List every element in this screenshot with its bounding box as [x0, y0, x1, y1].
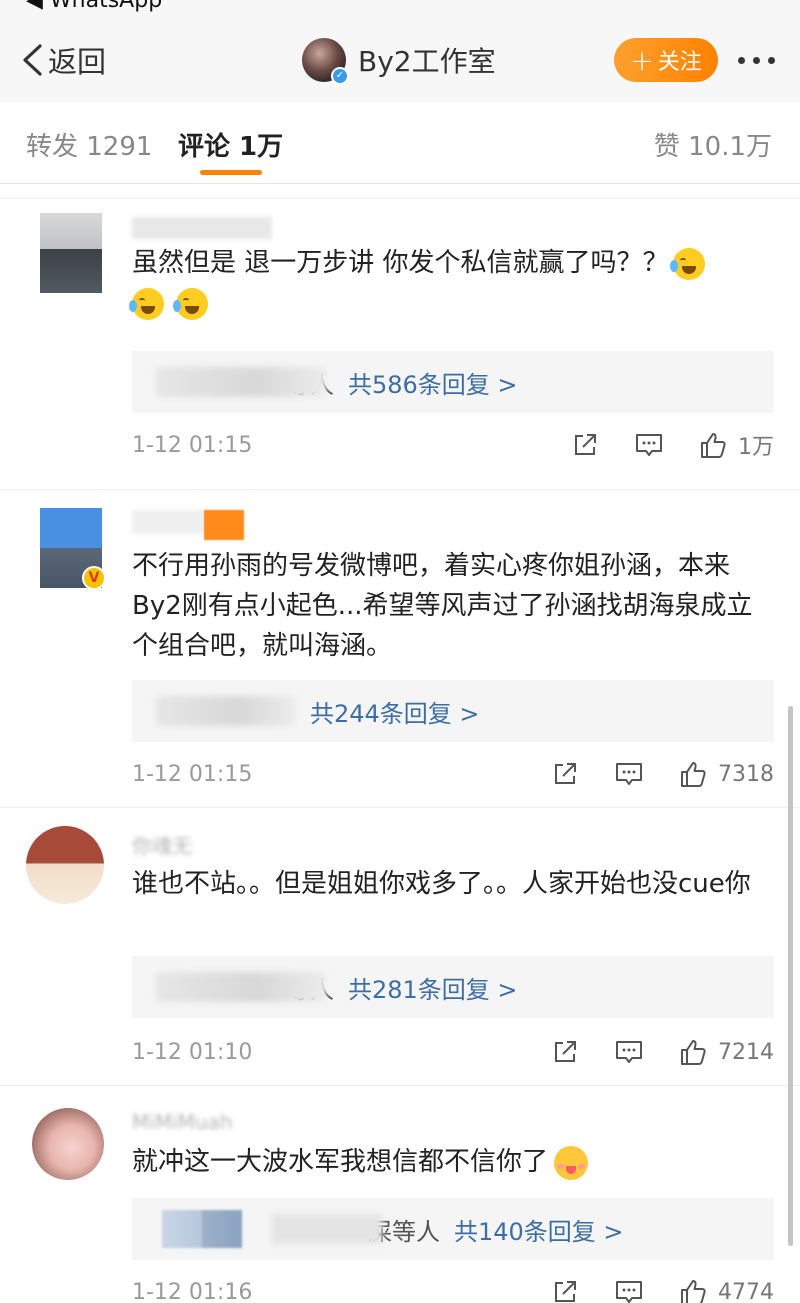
avatar[interactable]	[32, 1108, 104, 1180]
comment-text: 虽然但是 退一万步讲 你发个私信就赢了吗？？	[129, 243, 772, 323]
dot	[737, 56, 745, 64]
follow-label: 关注	[657, 50, 702, 75]
vip-badge-icon: V	[82, 566, 106, 590]
tab-likes[interactable]: 赞 10.1万	[654, 126, 772, 163]
comment-icon[interactable]	[614, 759, 644, 789]
like-button[interactable]: 7318	[678, 759, 774, 789]
comment-text: 不行用孙雨的号发微博吧，着实心疼你姐孙涵，本来By2刚有点小起色...希望等风声…	[132, 546, 772, 666]
back-label: 返回	[48, 45, 107, 79]
plus-icon: +	[630, 43, 654, 77]
username[interactable]: 你魂无	[132, 830, 192, 859]
timestamp: 1-12 01:15	[132, 432, 253, 458]
replies-count-link[interactable]: 共140条回复 >	[454, 1212, 624, 1247]
more-dots-icon[interactable]	[726, 40, 786, 80]
chevron-left-icon	[23, 44, 42, 76]
dot	[767, 56, 775, 64]
avatar[interactable]	[26, 826, 104, 904]
comment-text: 谁也不站。。但是姐姐你戏多了。。人家开始也没cue你	[132, 864, 772, 904]
comment-item: MiMiMuah 就冲这一大波水军我想信都不信你了 屎等人 共140条回复 > …	[0, 1086, 800, 1303]
dot	[752, 56, 760, 64]
back-to-app-link[interactable]: ◀ WhatsApp	[26, 0, 162, 13]
comment-footer: 1-12 01:10 7214	[132, 1034, 774, 1070]
share-icon[interactable]	[550, 1277, 580, 1303]
comment-text-content: 虽然但是 退一万步讲 你发个私信就赢了吗？？	[132, 248, 669, 278]
account-avatar[interactable]: ✓	[302, 38, 349, 85]
comment-item: 虽然但是 退一万步讲 你发个私信就赢了吗？？ 等人 共586条回复 > 1-12…	[0, 198, 800, 490]
comment-text-content: 就冲这一大波水军我想信都不信你了	[132, 1147, 549, 1177]
laugh-cry-emoji-icon	[129, 287, 164, 320]
timestamp: 1-12 01:15	[132, 761, 253, 787]
active-tab-indicator	[200, 170, 262, 175]
yum-emoji-icon	[554, 1145, 589, 1180]
comment-text: 就冲这一大波水军我想信都不信你了	[132, 1142, 772, 1182]
like-button[interactable]: 4774	[678, 1277, 774, 1303]
like-count: 1万	[738, 435, 774, 460]
comment-footer: 1-12 01:15 7318	[132, 756, 774, 792]
comment-item: V 不行用孙雨的号发微博吧，着实心疼你姐孙涵，本来By2刚有点小起色...希望等…	[0, 490, 800, 808]
verified-badge-icon: ✓	[331, 67, 349, 85]
like-button[interactable]: 7214	[678, 1037, 774, 1067]
follow-button[interactable]: + 关注	[614, 38, 718, 82]
comment-footer: 1-12 01:16 4774	[132, 1274, 774, 1303]
like-button[interactable]: 1万	[698, 429, 774, 461]
laugh-cry-emoji-icon	[173, 287, 209, 320]
laugh-cry-emoji-icon	[669, 247, 705, 280]
avatar[interactable]	[40, 213, 102, 293]
thumbs-up-icon	[681, 762, 706, 787]
share-icon[interactable]	[550, 1037, 580, 1067]
share-icon[interactable]	[550, 759, 580, 789]
account-name[interactable]: By2工作室	[358, 40, 496, 80]
replies-count-link[interactable]: 共281条回复 >	[348, 970, 518, 1005]
comment-text-content: 谁也不站。。但是姐姐你戏多了。。人家开始也没cue你	[132, 869, 751, 899]
reply-users-blurred	[156, 696, 296, 726]
thumbs-up-icon	[681, 1280, 706, 1303]
like-count: 7214	[718, 1039, 774, 1065]
reply-users-blurred	[156, 972, 326, 1002]
tab-comments[interactable]: 评论 1万	[178, 126, 283, 163]
reply-users-blurred	[272, 1214, 382, 1244]
replies-count-link[interactable]: 共586条回复 >	[348, 365, 518, 400]
replies-box[interactable]: 屎等人 共140条回复 >	[132, 1198, 774, 1260]
tab-bar: 转发 1291 评论 1万 赞 10.1万	[0, 102, 800, 184]
scrollbar[interactable]	[788, 706, 793, 1246]
username[interactable]: MiMiMuah	[132, 1110, 233, 1134]
replies-box[interactable]: 等人 共586条回复 >	[132, 351, 774, 413]
timestamp: 1-12 01:10	[132, 1039, 253, 1065]
replies-box[interactable]: 共244条回复 >	[132, 680, 774, 742]
status-bar: ◀ WhatsApp	[0, 0, 800, 14]
comment-icon[interactable]	[634, 430, 664, 460]
user-badge	[204, 510, 244, 540]
replies-box[interactable]: 等人 共281条回复 >	[132, 956, 774, 1018]
comment-list: 虽然但是 退一万步讲 你发个私信就赢了吗？？ 等人 共586条回复 > 1-12…	[0, 184, 800, 1303]
comment-footer: 1-12 01:15 1万	[132, 427, 774, 463]
account-header[interactable]: ✓ By2工作室	[302, 38, 496, 85]
username[interactable]	[132, 217, 272, 239]
nav-bar: 返回 ✓ By2工作室 + 关注	[0, 14, 800, 102]
comment-icon[interactable]	[614, 1037, 644, 1067]
comment-item: 你魂无 谁也不站。。但是姐姐你戏多了。。人家开始也没cue你 等人 共281条回…	[0, 808, 800, 1086]
tab-repost[interactable]: 转发 1291	[26, 126, 152, 163]
like-count: 7318	[718, 761, 774, 787]
share-icon[interactable]	[570, 430, 600, 460]
thumbs-up-icon	[701, 433, 726, 458]
reply-users-blurred	[162, 1210, 242, 1248]
like-count: 4774	[718, 1279, 774, 1303]
reply-users-blurred	[156, 367, 326, 397]
timestamp: 1-12 01:16	[132, 1279, 253, 1303]
thumbs-up-icon	[681, 1040, 706, 1065]
replies-count-link[interactable]: 共244条回复 >	[310, 694, 480, 729]
comment-icon[interactable]	[614, 1277, 644, 1303]
comment-text-content: 不行用孙雨的号发微博吧，着实心疼你姐孙涵，本来By2刚有点小起色...希望等风声…	[132, 551, 753, 661]
back-button[interactable]: 返回	[20, 40, 106, 80]
